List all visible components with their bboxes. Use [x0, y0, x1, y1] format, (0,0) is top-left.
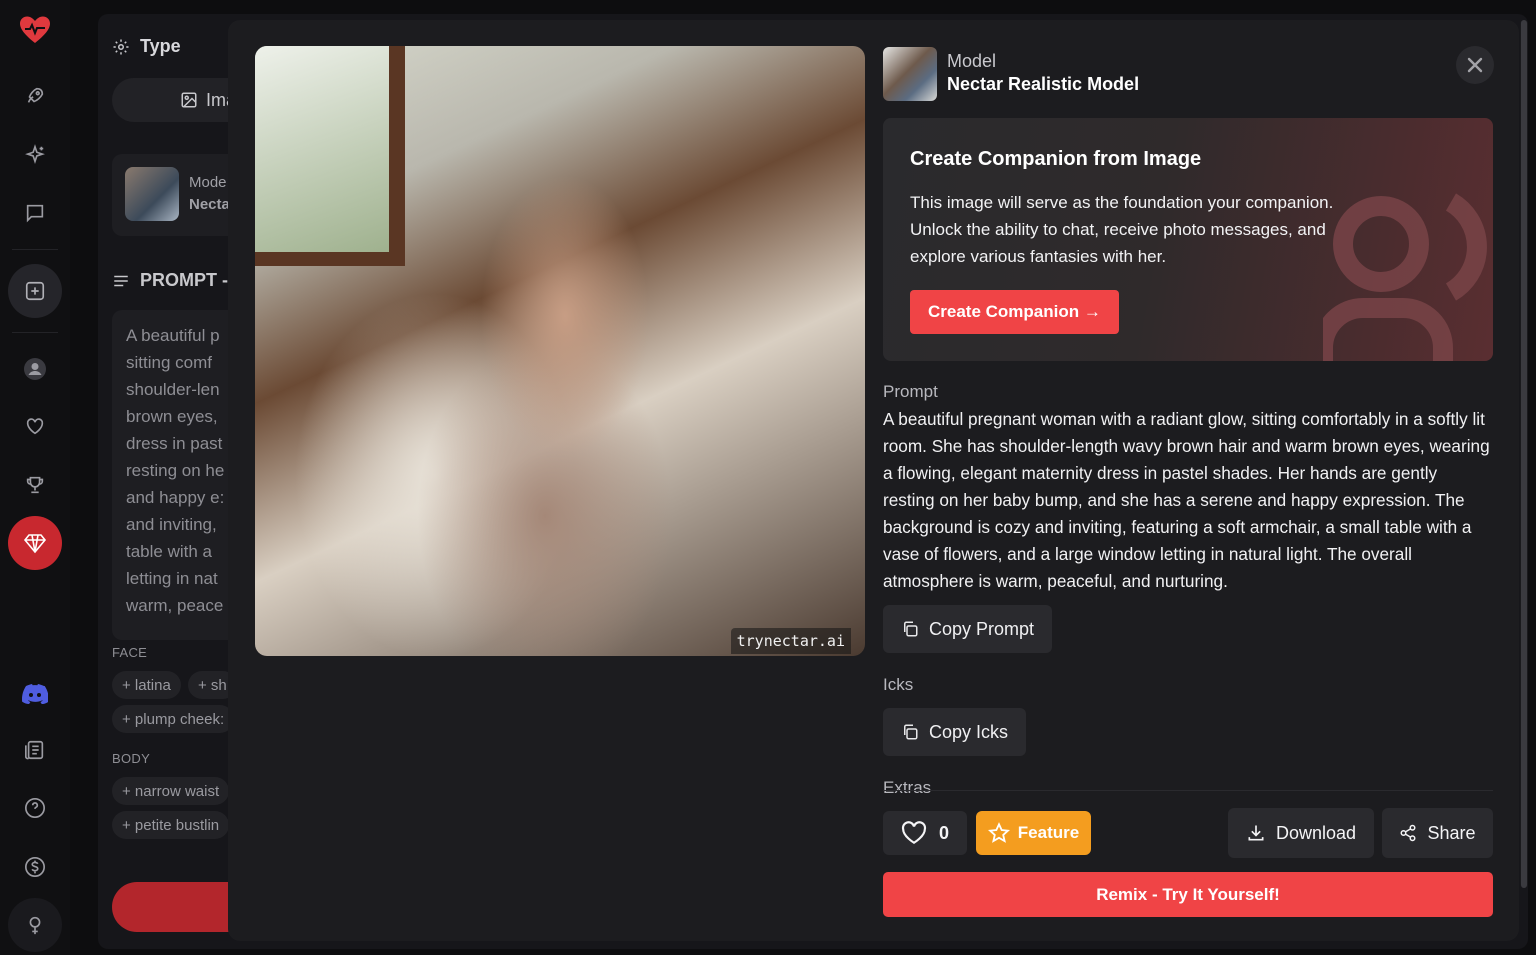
- prompt-heading: PROMPT -: [112, 270, 228, 291]
- star-icon: [987, 822, 1010, 843]
- body-label: BODY: [112, 751, 151, 766]
- copy-prompt-button[interactable]: Copy Prompt: [883, 605, 1053, 653]
- prompt-line: dress in past: [126, 434, 223, 453]
- copy-icon: [904, 621, 918, 637]
- create-companion-button[interactable]: Create Companion →: [910, 290, 1119, 334]
- download-icon: [1248, 825, 1264, 841]
- trophy-icon[interactable]: [16, 466, 54, 504]
- download-button[interactable]: Download: [1228, 808, 1374, 858]
- type-heading-text: Type: [140, 36, 181, 56]
- model-label: Mode: [189, 174, 227, 191]
- model-label: Model: [947, 51, 997, 71]
- generator-sidebar: Type Ima Mode Necta PROMPT - A beautiful…: [98, 14, 238, 949]
- remix-button[interactable]: Remix - Try It Yourself!: [883, 872, 1493, 917]
- prompt-line: and inviting,: [126, 515, 217, 534]
- feature-button[interactable]: Feature: [976, 811, 1091, 855]
- face-label: FACE: [112, 645, 148, 660]
- model-name: Nectar Realistic Model: [947, 74, 1140, 94]
- premium-gem-icon[interactable]: [8, 516, 62, 570]
- face-chip[interactable]: + plump cheek:: [112, 705, 235, 733]
- share-button[interactable]: Share: [1382, 808, 1493, 858]
- like-button[interactable]: 0: [883, 811, 967, 855]
- footer-divider: [883, 790, 1493, 791]
- gender-icon[interactable]: [8, 898, 62, 952]
- window-detail: [255, 46, 405, 266]
- promo-title: Create Companion from Image: [910, 148, 1202, 170]
- news-icon[interactable]: [16, 731, 54, 769]
- icks-label: Icks: [883, 675, 914, 694]
- model-avatar: [125, 167, 179, 221]
- heart-logo-icon[interactable]: [16, 11, 54, 49]
- lines-icon: [114, 275, 128, 286]
- type-heading: Type: [112, 36, 181, 57]
- download-label: Download: [1275, 822, 1357, 843]
- face-chip[interactable]: + latina: [112, 671, 181, 699]
- feature-label: Feature: [1017, 823, 1080, 842]
- copy-icks-button[interactable]: Copy Icks: [883, 708, 1027, 756]
- prompt-line: sitting comf: [126, 353, 212, 372]
- prompt-text: A beautiful pregnant woman with a radian…: [883, 409, 1490, 591]
- prompt-heading-text: PROMPT -: [140, 270, 228, 290]
- close-button[interactable]: [1456, 46, 1494, 84]
- profile-icon[interactable]: [16, 350, 54, 388]
- model-name: Necta: [189, 196, 230, 213]
- gear-icon: [113, 39, 129, 54]
- dollar-icon[interactable]: [16, 848, 54, 886]
- create-companion-card: Create Companion from Image This image w…: [883, 118, 1493, 361]
- sparkles-icon[interactable]: [16, 136, 54, 174]
- image-type-pill[interactable]: Ima: [112, 78, 238, 122]
- prompt-line: and happy e:: [126, 488, 225, 507]
- image-icon: [181, 92, 197, 108]
- copy-prompt-label: Copy Prompt: [929, 618, 1035, 639]
- prompt-textarea[interactable]: A beautiful p sitting comf shoulder-len …: [112, 310, 238, 640]
- promo-body: This image will serve as the foundation …: [910, 193, 1334, 266]
- copy-icks-label: Copy Icks: [929, 721, 1009, 742]
- prompt-line: brown eyes,: [126, 407, 218, 426]
- generate-button[interactable]: [112, 882, 238, 932]
- page-scrollbar[interactable]: [1520, 20, 1528, 888]
- watermark: trynectar.ai: [730, 628, 851, 654]
- extras-label-text: Extras: [883, 778, 932, 794]
- model-avatar: [883, 47, 937, 101]
- rocket-icon[interactable]: [16, 77, 54, 115]
- copy-icon: [904, 724, 918, 740]
- icon-rail: [0, 0, 70, 955]
- scrollbar-thumb[interactable]: [1521, 20, 1527, 888]
- discord-icon[interactable]: [16, 675, 54, 713]
- prompt-line: letting in nat: [126, 569, 218, 588]
- share-label: Share: [1427, 822, 1476, 843]
- heart-icon[interactable]: [16, 407, 54, 445]
- body-chip[interactable]: + narrow waist: [112, 777, 230, 805]
- prompt-label: Prompt: [883, 382, 938, 401]
- prompt-line: table with a: [126, 542, 212, 561]
- close-icon: [1467, 57, 1483, 73]
- heart-icon: [901, 821, 927, 845]
- help-icon[interactable]: [16, 789, 54, 827]
- prompt-line: shoulder-len: [126, 380, 220, 399]
- share-icon: [1400, 824, 1416, 842]
- prompt-line: resting on he: [126, 461, 225, 480]
- create-icon[interactable]: [8, 264, 62, 318]
- like-count: 0: [938, 822, 949, 843]
- model-selector[interactable]: Mode Necta: [112, 154, 238, 236]
- extras-label: Extras: [883, 778, 1493, 794]
- image-detail-modal: trynectar.ai Model Nectar Realistic Mode…: [228, 20, 1519, 941]
- body-chip[interactable]: + petite bustlin: [112, 811, 230, 839]
- generated-image: trynectar.ai: [255, 46, 865, 656]
- prompt-line: A beautiful p: [126, 326, 220, 345]
- prompt-line: warm, peace: [126, 596, 224, 615]
- chat-icon[interactable]: [16, 194, 54, 232]
